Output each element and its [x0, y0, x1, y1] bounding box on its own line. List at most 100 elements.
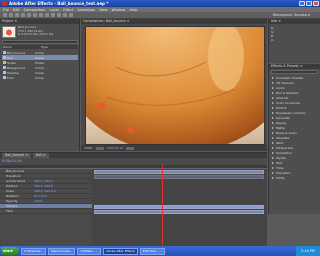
disclosure-triangle-icon — [272, 121, 274, 124]
workspace-value: Standard — [294, 13, 310, 17]
menu-composition[interactable]: Composition — [24, 8, 46, 12]
layer-duration-bar[interactable] — [94, 175, 264, 179]
thumb-info-duration: Δ 0;00;10;00, 29.97 fps — [18, 32, 54, 37]
project-thumbnail-info: Ball_bounce 720 x 480 (0.91) Δ 0;00;10;0… — [18, 25, 54, 37]
pen-tool-icon[interactable] — [45, 13, 49, 17]
menu-edit[interactable]: Edit — [13, 8, 20, 12]
menu-view[interactable]: View — [99, 8, 107, 12]
disclosure-triangle-icon — [272, 161, 274, 164]
view-dropdown[interactable] — [125, 146, 134, 150]
start-button[interactable]: start — [1, 247, 19, 255]
menu-window[interactable]: Window — [112, 8, 126, 12]
disclosure-triangle-icon — [272, 136, 274, 139]
disclosure-triangle-icon — [272, 96, 274, 99]
info-values: R: G: B: A: — [269, 24, 320, 44]
windows-taskbar: start 2 Windows... Macromedia... Untitle… — [0, 246, 320, 256]
composition-tab[interactable]: Composition: Ball_bounce × — [81, 19, 267, 24]
zoom-level[interactable]: 100% — [84, 146, 93, 150]
menu-file[interactable]: File — [3, 8, 9, 12]
current-time-indicator[interactable] — [162, 165, 163, 247]
disclosure-triangle-icon — [272, 116, 274, 119]
effects-tab[interactable]: Effects & Presets × — [269, 64, 320, 69]
project-item-list: Ball_bounce Comp Ball Comp Solids Folder Ba… — [2, 50, 78, 80]
disclosure-triangle-icon — [272, 141, 274, 144]
camera-tool-icon[interactable] — [27, 13, 31, 17]
menu-layer[interactable]: Layer — [50, 8, 60, 12]
timeline-tabs: Ball_bounce × Ball × — [0, 153, 267, 158]
disclosure-triangle-icon — [272, 131, 274, 134]
composition-icon — [3, 66, 6, 69]
disclosure-triangle-icon — [272, 101, 274, 104]
disclosure-triangle-icon — [272, 76, 274, 79]
column-type[interactable]: Type — [40, 45, 78, 49]
info-panel: Info × R: G: B: A: — [268, 19, 320, 63]
project-item[interactable]: Floor Comp — [2, 75, 78, 80]
effects-category[interactable]: Utility — [269, 175, 320, 180]
taskbar-item[interactable]: Untitled - ... — [77, 247, 102, 255]
layer-row[interactable]: Floor — [0, 209, 92, 214]
disclosure-triangle-icon — [272, 111, 274, 114]
time-ruler[interactable] — [92, 165, 267, 169]
layer-outline: Ball_bounce Transform Anchor Point 360.0,… — [0, 165, 92, 247]
project-panel: Project × Ball_bounce 720 x 480 (0.91) Δ… — [0, 19, 80, 151]
maximize-button[interactable] — [306, 1, 312, 6]
composition-viewer[interactable] — [85, 26, 265, 145]
eraser-tool-icon[interactable] — [69, 13, 73, 17]
timeline-timecode[interactable]: 0;00;02;14 — [2, 159, 22, 163]
taskbar-item[interactable]: 2 Windows... — [21, 247, 47, 255]
workspace-selector[interactable]: Workspace: Standard — [273, 13, 310, 17]
window-title: Adobe After Effects - Ball_bounce_test.a… — [9, 1, 109, 6]
zoom-tool-icon[interactable] — [15, 13, 19, 17]
pan-behind-tool-icon[interactable] — [33, 13, 37, 17]
disclosure-triangle-icon — [272, 166, 274, 169]
disclosure-triangle-icon — [272, 151, 274, 154]
project-search-input[interactable] — [2, 40, 78, 44]
layer-duration-bar[interactable] — [94, 205, 264, 209]
composition-icon — [3, 71, 6, 74]
effects-presets-panel: Effects & Presets × Animation Presets 3D… — [268, 64, 320, 214]
mask-tool-icon[interactable] — [39, 13, 43, 17]
timeline-tab[interactable]: Ball × — [32, 153, 49, 158]
effects-list: Animation Presets 3D Channel Audio Blur … — [269, 75, 320, 180]
clone-tool-icon[interactable] — [63, 13, 67, 17]
title-bar: Adobe After Effects - Ball_bounce_test.a… — [0, 0, 320, 7]
disclosure-triangle-icon — [272, 126, 274, 129]
taskbar-item-active[interactable]: Adobe After Effects — [103, 247, 138, 255]
workspace-label: Workspace: — [272, 13, 293, 17]
selection-tool-icon[interactable] — [3, 13, 7, 17]
layer-duration-bar[interactable] — [94, 210, 264, 214]
project-tab[interactable]: Project × — [0, 19, 79, 24]
composition-icon — [3, 56, 6, 59]
close-button[interactable] — [313, 1, 319, 6]
layer-duration-bar[interactable] — [94, 170, 264, 174]
resolution-dropdown[interactable] — [95, 146, 104, 150]
hand-tool-icon[interactable] — [9, 13, 13, 17]
comp-timecode[interactable]: 0;00;02;14 — [107, 146, 123, 150]
composition-icon — [3, 51, 6, 54]
disclosure-triangle-icon — [272, 106, 274, 109]
column-name[interactable]: Name — [2, 45, 40, 49]
timeline-panel: Ball_bounce × Ball × 0;00;02;14 Ball_bou… — [0, 152, 267, 247]
disclosure-triangle-icon — [272, 171, 274, 174]
menu-animation[interactable]: Animation — [77, 8, 95, 12]
timeline-tab[interactable]: Ball_bounce × — [2, 153, 31, 158]
disclosure-triangle-icon — [272, 146, 274, 149]
disclosure-triangle-icon — [272, 176, 274, 179]
folder-icon — [3, 61, 6, 64]
menu-help[interactable]: Help — [129, 8, 137, 12]
brush-tool-icon[interactable] — [57, 13, 61, 17]
minimize-button[interactable] — [299, 1, 305, 6]
effects-search-input[interactable] — [271, 70, 318, 74]
menu-effect[interactable]: Effect — [63, 8, 73, 12]
timeline-tracks[interactable] — [92, 165, 267, 247]
project-thumbnail — [2, 26, 16, 38]
tools-toolbar: Workspace: Standard — [0, 12, 320, 19]
rotate-tool-icon[interactable] — [21, 13, 25, 17]
comp-render — [86, 27, 264, 144]
after-effects-icon — [2, 1, 7, 6]
disclosure-triangle-icon — [272, 86, 274, 89]
text-tool-icon[interactable] — [51, 13, 55, 17]
taskbar-item[interactable]: Edit Post - ... — [139, 247, 165, 255]
taskbar-item[interactable]: Macromedia... — [48, 247, 76, 255]
composition-footer: 100% 0;00;02;14 — [81, 145, 267, 151]
